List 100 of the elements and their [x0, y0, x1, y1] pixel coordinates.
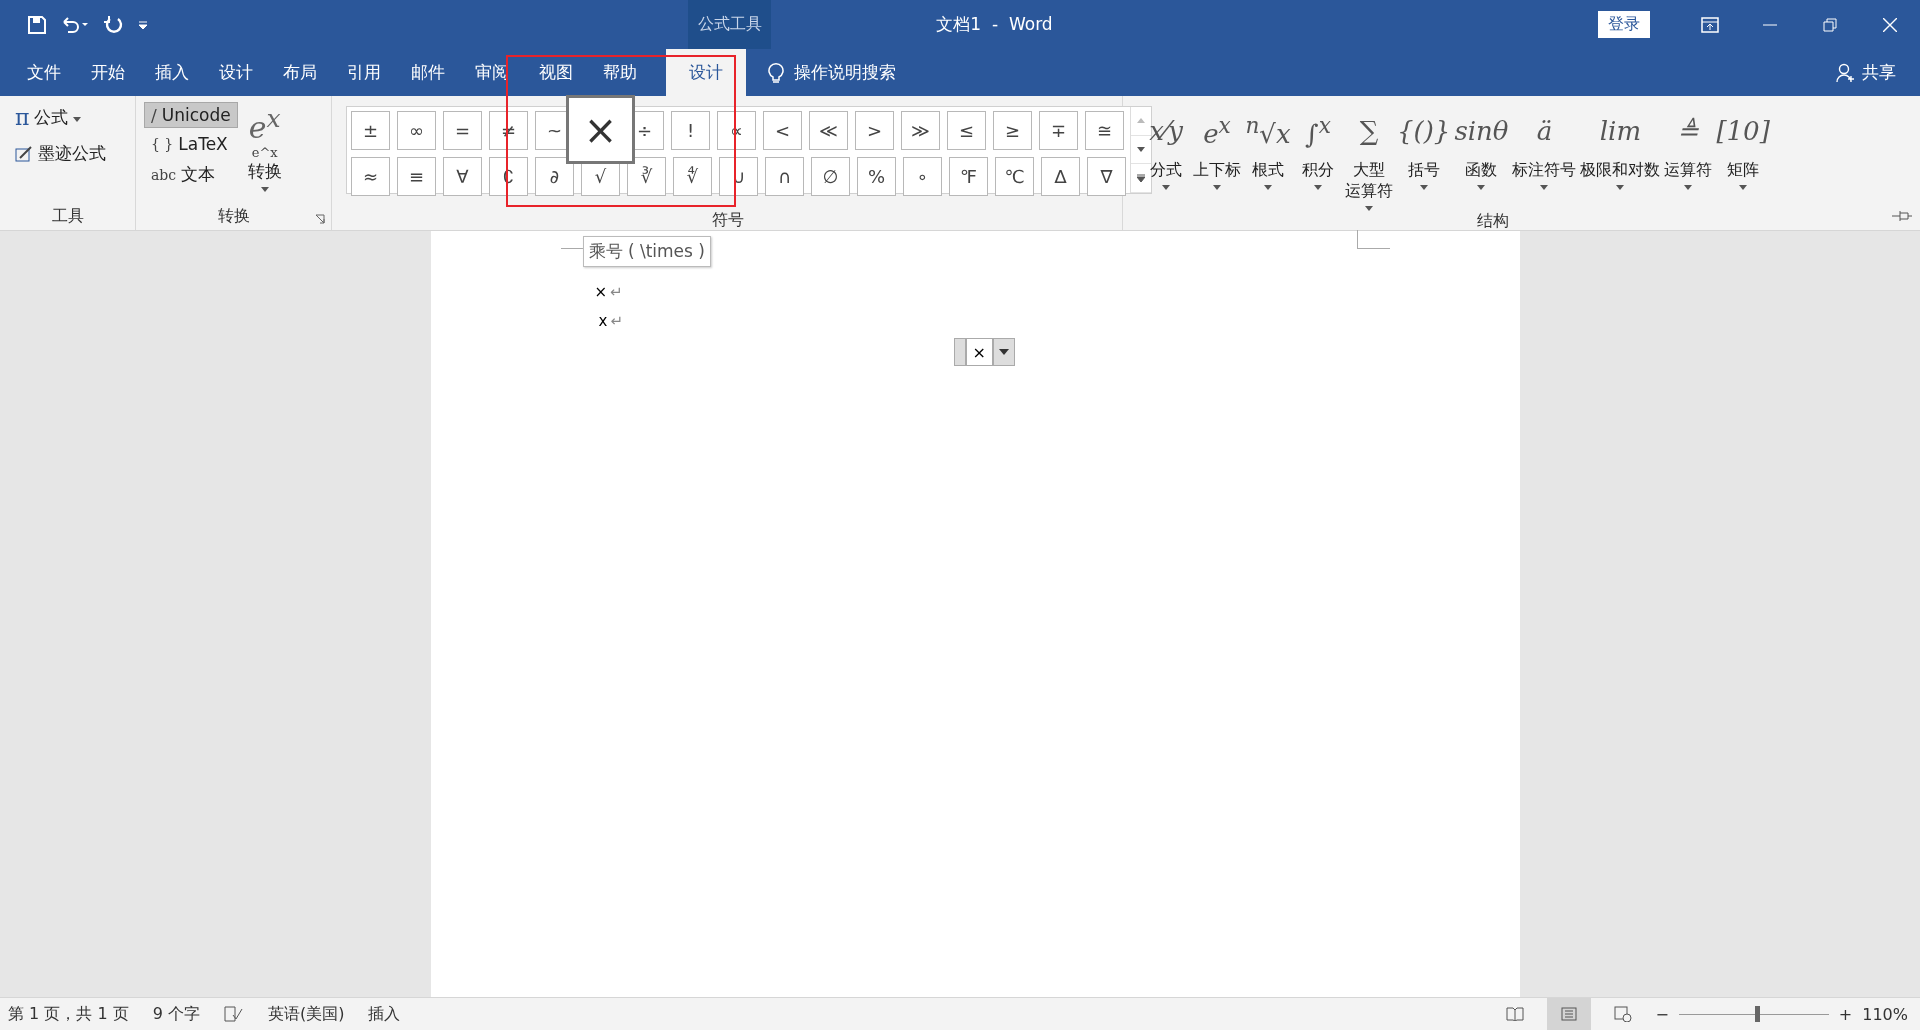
- ribbon-tab[interactable]: 文件: [12, 49, 76, 96]
- caret-icon[interactable]: [998, 349, 1009, 355]
- scroll-down-icon[interactable]: [1137, 147, 1145, 152]
- structure-button[interactable]: [10] 矩阵: [1714, 102, 1772, 211]
- format-option[interactable]: abc 文本: [144, 160, 238, 189]
- structure-button[interactable]: e$^{x}$ 上下标: [1191, 102, 1243, 211]
- symbol-button[interactable]: ∩: [765, 157, 804, 196]
- sign-in-button[interactable]: 登录: [1598, 11, 1650, 38]
- page-count[interactable]: 第 1 页，共 1 页: [8, 1003, 129, 1025]
- caret-icon[interactable]: [1739, 185, 1748, 190]
- structure-button[interactable]: {()} 括号: [1395, 102, 1453, 211]
- structure-button[interactable]: ∑ 大型 运算符: [1343, 102, 1395, 211]
- symbol-button[interactable]: >: [855, 111, 894, 150]
- format-option[interactable]: { } LaTeX: [144, 131, 238, 157]
- symbol-button[interactable]: ∅: [811, 157, 850, 196]
- caret-icon[interactable]: [1314, 185, 1322, 190]
- redo-icon[interactable]: [104, 14, 124, 35]
- structure-button[interactable]: ä 标注符号: [1510, 102, 1579, 211]
- symbol-button[interactable]: =: [443, 111, 482, 150]
- caret-icon[interactable]: [73, 117, 82, 122]
- symbol-button[interactable]: ∜: [673, 157, 712, 196]
- insert-mode-status[interactable]: 插入: [368, 1003, 401, 1025]
- customize-icon[interactable]: [138, 20, 148, 29]
- globe-page-icon[interactable]: [1614, 1006, 1633, 1022]
- ribbon-tab[interactable]: 设计: [666, 49, 746, 96]
- symbol-button[interactable]: ℃: [995, 157, 1034, 196]
- ribbon-tab[interactable]: 插入: [140, 49, 204, 96]
- caret-icon[interactable]: [1264, 185, 1272, 190]
- ribbon-tab[interactable]: 帮助: [588, 49, 652, 96]
- symbol-button[interactable]: ∘: [903, 157, 942, 196]
- convert-button[interactable]: e$^{x}$ e^x 转换: [243, 102, 286, 206]
- structure-button[interactable]: ∫$^{x}$ 积分: [1293, 102, 1343, 211]
- symbol-preview-tooltip[interactable]: ×: [566, 95, 635, 164]
- equation-tool-button[interactable]: 墨迹公式: [8, 139, 113, 168]
- symbol-button[interactable]: ∆: [1041, 157, 1080, 196]
- pin-icon[interactable]: [1892, 210, 1912, 222]
- symbol-button[interactable]: ≥: [993, 111, 1032, 150]
- zoom-in-button[interactable]: +: [1838, 1004, 1853, 1024]
- symbol-button[interactable]: ∀: [443, 157, 482, 196]
- symbol-button[interactable]: ∞: [397, 111, 436, 150]
- caret-icon[interactable]: [1540, 185, 1549, 190]
- equation-handle[interactable]: [953, 338, 966, 366]
- book-icon[interactable]: [1506, 1007, 1525, 1021]
- symbol-button[interactable]: ∓: [1039, 111, 1078, 150]
- caret-icon[interactable]: [1365, 206, 1373, 211]
- caret-icon[interactable]: [1419, 185, 1428, 190]
- ribbon-display-icon[interactable]: [1701, 16, 1719, 33]
- share-button[interactable]: 共享: [1862, 61, 1896, 84]
- equation-dropdown[interactable]: [992, 338, 1015, 366]
- ribbon-tab[interactable]: 视图: [524, 49, 588, 96]
- structure-button[interactable]: $^{n}$√x 根式: [1243, 102, 1293, 211]
- save-icon[interactable]: [28, 15, 46, 34]
- restore-icon[interactable]: [1823, 17, 1837, 32]
- caret-icon[interactable]: [1477, 185, 1486, 190]
- zoom-thumb[interactable]: [1754, 1006, 1760, 1022]
- zoom-level[interactable]: 110%: [1862, 1004, 1908, 1024]
- tell-me-search[interactable]: 操作说明搜索: [794, 61, 896, 84]
- caret-icon[interactable]: [260, 187, 269, 192]
- symbol-button[interactable]: ≤: [947, 111, 986, 150]
- symbol-button[interactable]: ℉: [949, 157, 988, 196]
- person-icon[interactable]: [1836, 62, 1856, 83]
- symbol-button[interactable]: ∂: [535, 157, 574, 196]
- ribbon-tab[interactable]: 设计: [204, 49, 268, 96]
- equation-tool-button[interactable]: π 公式: [8, 102, 113, 133]
- dialog-launcher-icon[interactable]: [315, 214, 325, 224]
- symbol-button[interactable]: %: [857, 157, 896, 196]
- symbol-button[interactable]: !: [671, 111, 710, 150]
- ribbon-tab[interactable]: 布局: [268, 49, 332, 96]
- symbol-button[interactable]: ≡: [397, 157, 436, 196]
- equation-field[interactable]: ×: [965, 338, 993, 366]
- caret-icon[interactable]: [1162, 185, 1170, 190]
- undo-icon[interactable]: [60, 15, 90, 34]
- minimize-icon[interactable]: [1763, 23, 1777, 26]
- symbol-button[interactable]: ≅: [1085, 111, 1124, 150]
- symbol-button[interactable]: ≫: [901, 111, 940, 150]
- structure-button[interactable]: sinθ 函数: [1452, 102, 1511, 211]
- ribbon-tab[interactable]: 引用: [332, 49, 396, 96]
- ribbon-tab[interactable]: 邮件: [396, 49, 460, 96]
- symbol-button[interactable]: <: [763, 111, 802, 150]
- symbol-button[interactable]: ∛: [627, 157, 666, 196]
- symbol-button[interactable]: ≪: [809, 111, 848, 150]
- lightbulb-icon[interactable]: [768, 61, 784, 84]
- proofing-icon[interactable]: [223, 1006, 244, 1022]
- language-status[interactable]: 英语(美国): [267, 1003, 345, 1025]
- symbol-button[interactable]: ∇: [1087, 157, 1126, 196]
- word-count[interactable]: 9 个字: [152, 1003, 200, 1025]
- zoom-out-button[interactable]: −: [1655, 1004, 1669, 1024]
- close-icon[interactable]: [1883, 17, 1897, 32]
- caret-icon[interactable]: [1213, 185, 1221, 190]
- caret-icon[interactable]: [1684, 185, 1693, 190]
- view-button[interactable]: [1547, 998, 1592, 1030]
- format-option[interactable]: / Unicode: [144, 102, 238, 128]
- symbol-button[interactable]: ±: [351, 111, 390, 150]
- more-icon[interactable]: [1137, 174, 1145, 183]
- structure-button[interactable]: ≜ 运算符: [1662, 102, 1715, 211]
- ribbon-tab[interactable]: 开始: [76, 49, 140, 96]
- structure-button[interactable]: x⁄y 分式: [1141, 102, 1191, 211]
- caret-icon[interactable]: [1616, 185, 1625, 190]
- symbol-button[interactable]: ≈: [351, 157, 390, 196]
- structure-button[interactable]: lim 极限和对数: [1578, 102, 1663, 211]
